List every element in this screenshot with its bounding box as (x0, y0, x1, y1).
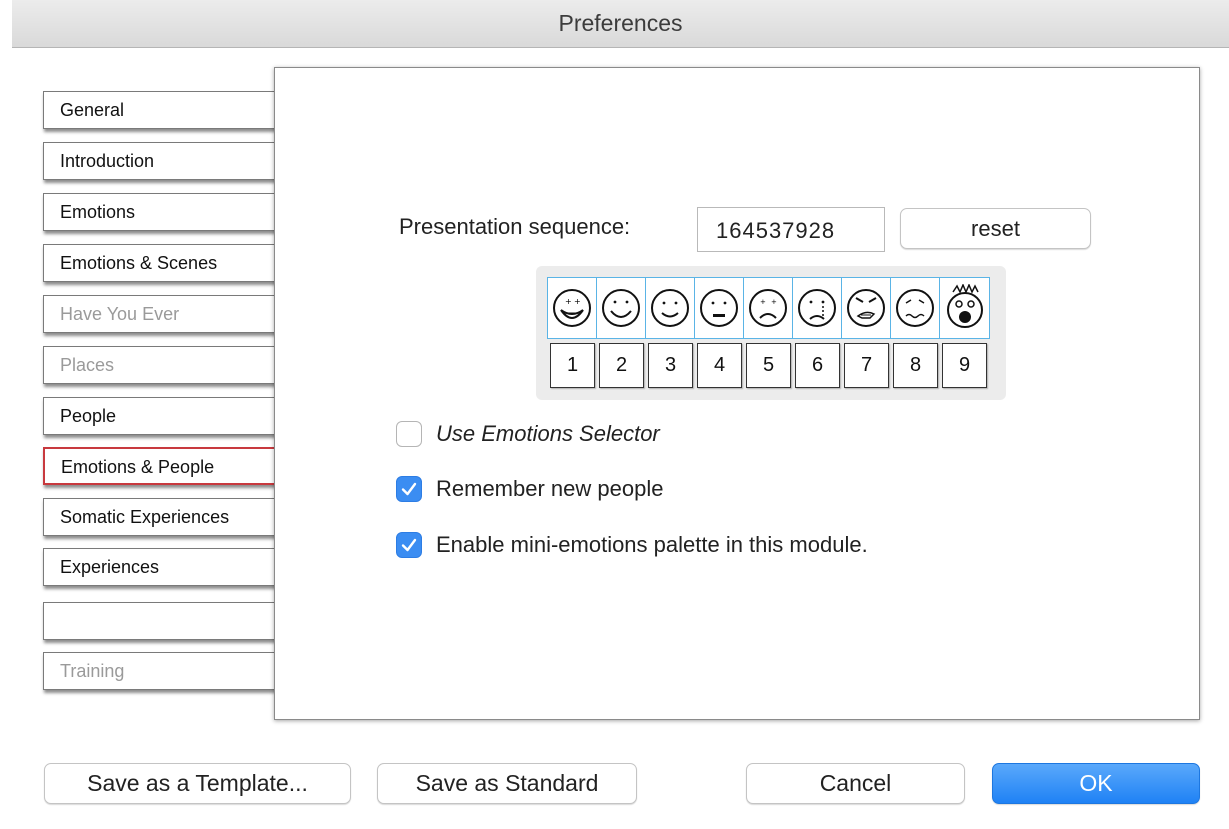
face-cell[interactable]: + + (548, 278, 597, 338)
face-cell[interactable] (646, 278, 695, 338)
sad-face-icon: + + (749, 289, 787, 327)
face-cell[interactable] (940, 278, 989, 338)
sidebar-item-introduction[interactable]: Introduction (43, 142, 293, 180)
svg-text:+: + (574, 297, 581, 306)
save-standard-button[interactable]: Save as Standard (377, 763, 637, 804)
sidebar-item-emotions-people[interactable]: Emotions & People (43, 447, 293, 485)
crying-face-icon (798, 289, 836, 327)
sidebar-item-have-you-ever[interactable]: Have You Ever (43, 295, 293, 333)
emotion-number-7[interactable]: 7 (844, 343, 889, 388)
face-cell[interactable]: + + (744, 278, 793, 338)
face-cell[interactable] (695, 278, 744, 338)
face-cell[interactable] (793, 278, 842, 338)
option-label: Remember new people (436, 476, 664, 501)
checkmark-icon (401, 538, 417, 552)
option-label: Use Emotions Selector (436, 421, 660, 446)
shocked-face-icon (946, 284, 983, 328)
option-label: Enable mini-emotions palette in this mod… (436, 532, 868, 557)
checkbox-unchecked[interactable] (396, 421, 422, 447)
face-cell[interactable] (597, 278, 646, 338)
sidebar-item-experiences[interactable]: Experiences (43, 548, 293, 586)
svg-text:+: + (771, 298, 777, 306)
svg-text:+: + (760, 298, 766, 306)
emotion-number-5[interactable]: 5 (746, 343, 791, 388)
sidebar-item-training[interactable]: Training (43, 652, 293, 690)
sidebar-item-people[interactable]: People (43, 397, 293, 435)
option-remember-new-people[interactable]: Remember new people (396, 476, 663, 502)
sidebar-item-emotions-scenes[interactable]: Emotions & Scenes (43, 244, 293, 282)
emotion-number-8[interactable]: 8 (893, 343, 938, 388)
window-title: Preferences (12, 0, 1229, 48)
emotion-number-9[interactable]: 9 (942, 343, 987, 388)
emotion-number-2[interactable]: 2 (599, 343, 644, 388)
sidebar-item-general[interactable]: General (43, 91, 293, 129)
sequence-input[interactable]: 164537928 (697, 207, 885, 252)
reset-button[interactable]: reset (900, 208, 1091, 249)
emotion-number-3[interactable]: 3 (648, 343, 693, 388)
happy-face-icon (602, 289, 640, 327)
ok-button[interactable]: OK (992, 763, 1200, 804)
emotion-faces-row: + + + + (547, 277, 990, 339)
cancel-button[interactable]: Cancel (746, 763, 965, 804)
emotion-number-4[interactable]: 4 (697, 343, 742, 388)
face-cell[interactable] (891, 278, 940, 338)
face-cell[interactable] (842, 278, 891, 338)
angry-face-icon (847, 289, 885, 327)
svg-text:+: + (565, 297, 572, 306)
emotion-numbers-row: 1 2 3 4 5 6 7 8 9 (550, 343, 987, 388)
sidebar-item-emotions[interactable]: Emotions (43, 193, 293, 231)
very-happy-face-icon: + + (553, 289, 591, 327)
emotion-number-1[interactable]: 1 (550, 343, 595, 388)
worried-face-icon (896, 289, 934, 327)
emotion-number-6[interactable]: 6 (795, 343, 840, 388)
save-template-button[interactable]: Save as a Template... (44, 763, 351, 804)
checkbox-checked[interactable] (396, 532, 422, 558)
smile-face-icon (651, 289, 689, 327)
sidebar-item-places[interactable]: Places (43, 346, 293, 384)
sequence-label: Presentation sequence: (399, 214, 631, 239)
sidebar-item-blank[interactable] (43, 602, 293, 640)
neutral-face-icon (700, 289, 738, 327)
sidebar-item-somatic-experiences[interactable]: Somatic Experiences (43, 498, 293, 536)
option-use-emotions-selector[interactable]: Use Emotions Selector (396, 421, 660, 447)
checkmark-icon (401, 482, 417, 496)
option-enable-mini-emotions[interactable]: Enable mini-emotions palette in this mod… (396, 532, 868, 558)
checkbox-checked[interactable] (396, 476, 422, 502)
